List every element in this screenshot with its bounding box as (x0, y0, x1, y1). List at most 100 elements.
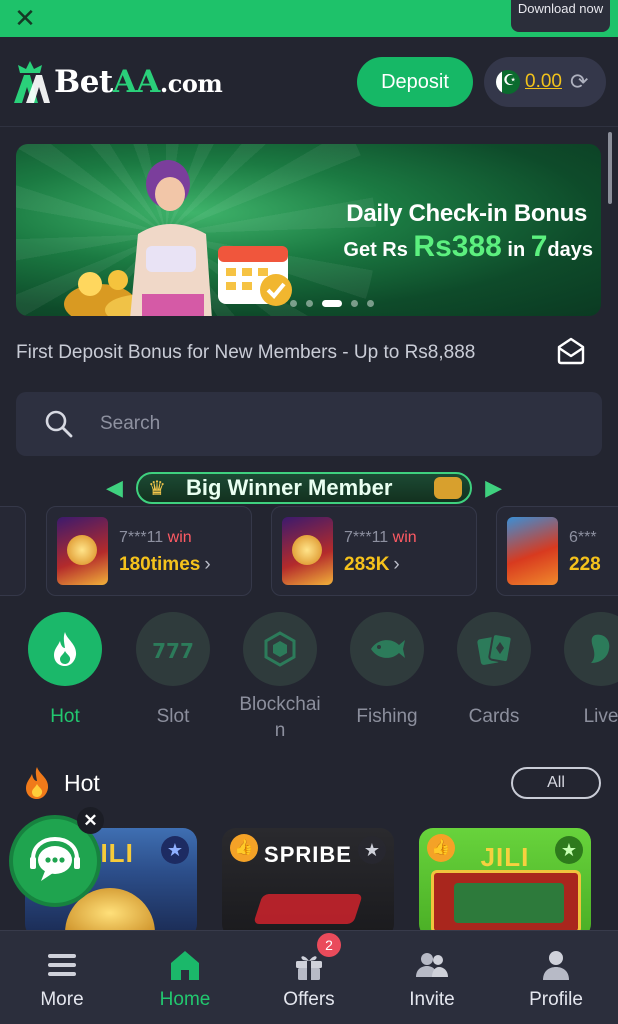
winner-user: 7***11 win (119, 529, 192, 546)
view-all-button[interactable]: All (511, 767, 601, 799)
customer-support-chat-icon (30, 836, 80, 881)
balance-widget[interactable]: 0.00 ⟳ (484, 57, 606, 107)
winner-card[interactable]: 7***11 win 180times › (46, 506, 252, 596)
nav-home[interactable]: Home (123, 931, 247, 1024)
deposit-button[interactable]: Deposit (357, 57, 473, 107)
cards-icon (477, 633, 513, 665)
close-icon[interactable]: ✕ (77, 807, 104, 834)
blockchain-cube-icon (264, 631, 296, 667)
category-label: Cards (468, 706, 520, 727)
winner-amount: 180times › (119, 554, 211, 575)
promo-banner[interactable]: Daily Check-in Bonus Get Rs Rs388 in 7da… (16, 144, 601, 316)
logo-text: BetAA.com (54, 64, 223, 100)
category-label: Slot (156, 706, 190, 727)
winner-card-partial[interactable] (0, 506, 26, 596)
category-icon-circle (350, 612, 424, 686)
bottom-navigation: More Home 2 Offers Invite Profile (0, 930, 618, 1024)
logo[interactable]: BetAA.com (10, 57, 223, 107)
flame-icon (54, 632, 77, 666)
category-label: Live (583, 706, 618, 727)
header: BetAA.com Deposit 0.00 ⟳ (0, 37, 618, 127)
category-icon-circle: 777 (136, 612, 210, 686)
refresh-icon[interactable]: ⟳ (570, 69, 588, 95)
search-bar[interactable] (16, 392, 602, 456)
category-icon-circle (243, 612, 317, 686)
menu-icon (48, 954, 76, 976)
character-illustration (130, 160, 212, 316)
category-label: Fishing (356, 706, 418, 727)
category-icon-circle (564, 612, 618, 686)
category-fishing[interactable]: Fishing (332, 612, 442, 730)
star-icon[interactable]: ★ (358, 836, 386, 864)
balance-amount[interactable]: 0.00 (525, 71, 562, 93)
category-live[interactable]: Live (546, 612, 618, 730)
page-scrollbar[interactable] (608, 132, 612, 204)
arrow-left-icon: ◀ (106, 475, 123, 500)
banner-dot[interactable] (306, 300, 313, 307)
banner-dot[interactable] (367, 300, 374, 307)
arrow-right-icon: ▶ (485, 475, 502, 500)
banner-subtitle: Get Rs Rs388 in 7days (343, 230, 593, 263)
hot-section-header: Hot (22, 765, 100, 801)
slot-777-icon: 777 (153, 639, 193, 663)
chevron-right-icon: › (204, 554, 211, 575)
star-icon[interactable]: ★ (161, 836, 189, 864)
banner-dot[interactable] (351, 300, 358, 307)
banner-dot-active[interactable] (322, 300, 342, 307)
winner-amount: 283K › (344, 554, 400, 575)
nav-profile[interactable]: Profile (494, 931, 618, 1024)
search-icon (45, 410, 73, 438)
chevron-right-icon: › (393, 554, 400, 575)
winner-amount: 228 (569, 554, 601, 575)
live-dealer-icon (591, 634, 610, 663)
game-thumbnail (57, 517, 108, 585)
nav-more[interactable]: More (0, 931, 124, 1024)
winner-card[interactable]: 6*** 228 (496, 506, 618, 596)
winner-card[interactable]: 7***11 win 283K › (271, 506, 477, 596)
fish-icon (371, 640, 405, 658)
big-winner-header: ◀ ♛ Big Winner Member ▶ (106, 472, 502, 506)
close-icon[interactable]: ✕ (12, 5, 38, 31)
game-tile[interactable]: 👍 SPRIBE ★ (222, 828, 394, 938)
banner-dot[interactable] (290, 300, 297, 307)
category-icon-circle (457, 612, 531, 686)
game-thumbnail (507, 517, 558, 585)
fire-icon (26, 767, 49, 799)
svg-text:777: 777 (153, 639, 193, 663)
banner-pagination (290, 300, 374, 307)
pakistan-flag-icon (496, 70, 520, 94)
winner-user: 6*** (569, 529, 597, 546)
category-slot[interactable]: 777 Slot (118, 612, 228, 730)
download-app-bar: ✕ Download now (0, 0, 618, 37)
category-hot[interactable]: Hot (10, 612, 120, 730)
nav-label: Offers (283, 989, 335, 1010)
category-label: Blockchai n (239, 694, 321, 741)
profile-icon (543, 951, 569, 980)
game-thumbnail (282, 517, 333, 585)
big-winner-title: Big Winner Member (186, 475, 393, 500)
nav-label: More (40, 989, 84, 1010)
category-blockchain[interactable]: Blockchai n (225, 612, 335, 744)
winner-user: 7***11 win (344, 529, 417, 546)
logo-mark-icon (14, 61, 50, 103)
nav-label: Home (159, 989, 211, 1010)
notification-badge: 2 (317, 933, 341, 957)
game-tile[interactable]: 👍 JILI ★ (419, 828, 591, 938)
search-input[interactable] (100, 406, 570, 442)
game-art (253, 894, 363, 924)
category-cards[interactable]: Cards (439, 612, 549, 730)
download-now-button[interactable]: Download now (511, 0, 610, 32)
announcement-marquee[interactable]: First Deposit Bonus for New Members - Up… (16, 342, 475, 364)
banner-title: Daily Check-in Bonus (346, 200, 587, 227)
money-bag-icon (434, 477, 462, 499)
game-art (431, 870, 581, 934)
mail-icon[interactable] (555, 335, 587, 367)
nav-label: Invite (409, 989, 455, 1010)
star-icon[interactable]: ★ (555, 836, 583, 864)
nav-label: Profile (529, 989, 583, 1010)
calendar-check-icon (218, 246, 292, 306)
nav-offers[interactable]: 2 Offers (247, 931, 371, 1024)
invite-users-icon (416, 953, 448, 977)
nav-invite[interactable]: Invite (370, 931, 494, 1024)
category-icon-circle (28, 612, 102, 686)
